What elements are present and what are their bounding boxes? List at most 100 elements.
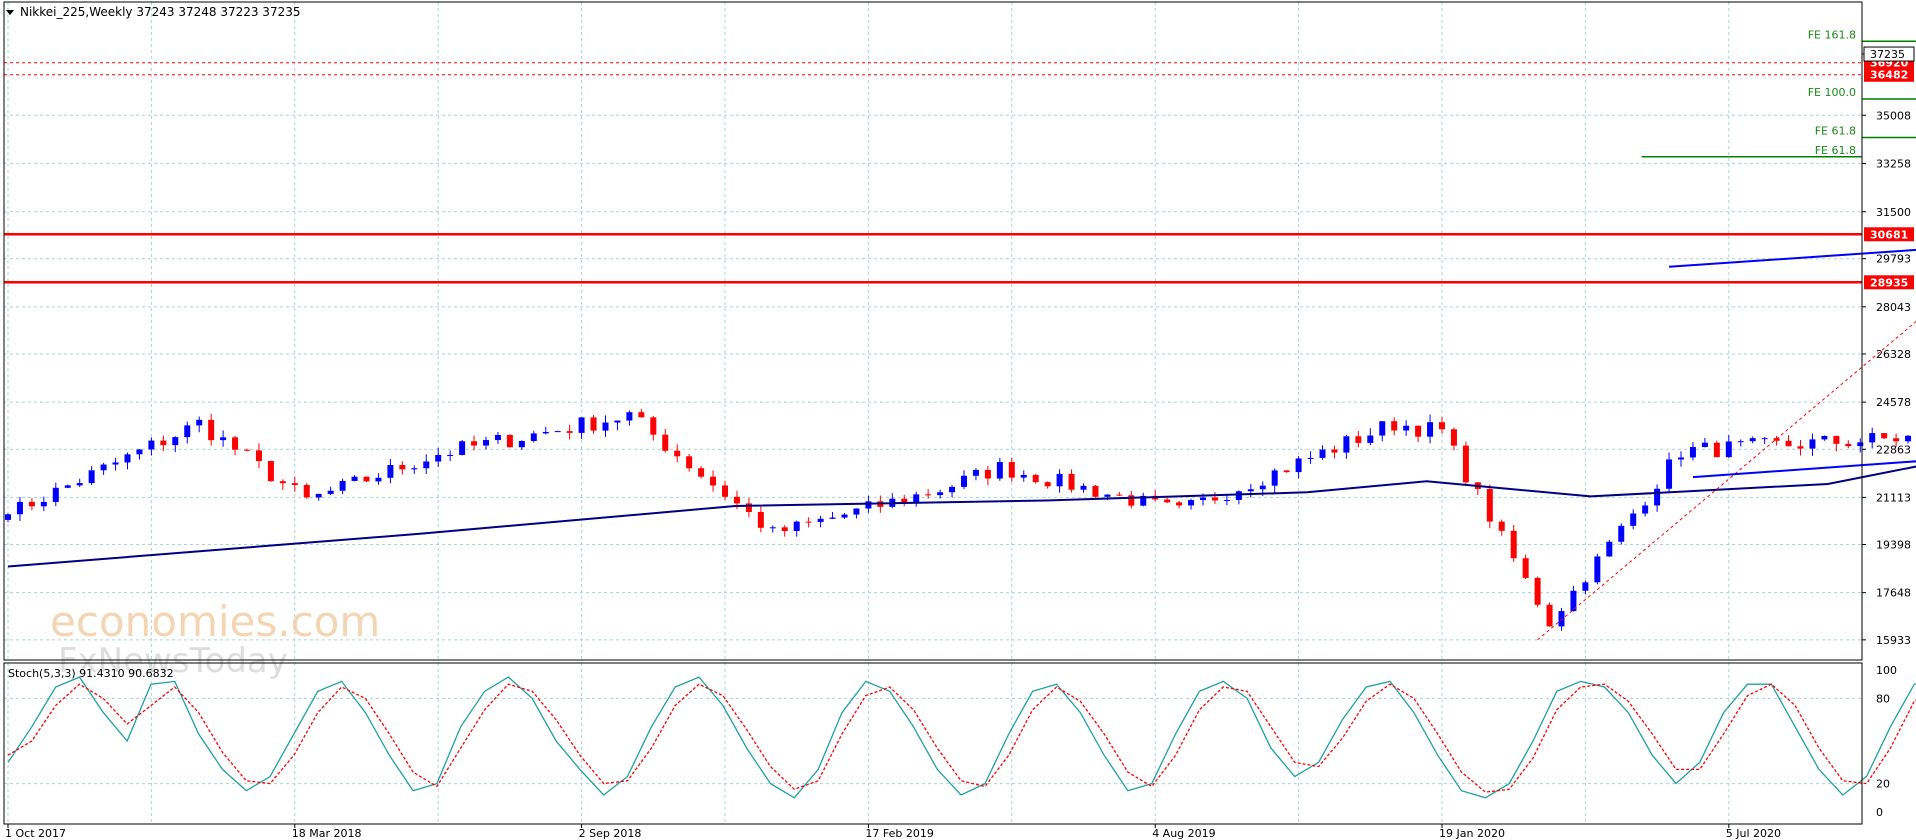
y-tick-label: 21113 [1876,491,1911,504]
candle-down [1008,462,1015,478]
candle-down [1415,425,1422,437]
candle-down [303,485,310,498]
candle-down [1510,530,1517,559]
candle-down [1881,433,1888,439]
y-tick-label: 33258 [1876,157,1911,170]
candle-up [339,480,346,491]
stoch-main-line [7,676,1916,799]
candle-up [1056,473,1063,487]
candle-up [1271,470,1278,486]
candle-down [805,521,812,523]
candle-up [1188,500,1195,506]
candle-up [76,483,83,486]
candle-up [1642,505,1649,514]
candle-up [220,437,227,441]
candle-down [1522,558,1529,578]
candle-down [1283,470,1290,473]
y-tick-label: 26328 [1876,348,1911,361]
candle-down [1391,421,1398,431]
candle-up [937,492,944,496]
candle-up [1821,435,1828,440]
candle-up [1247,489,1254,492]
candle-up [1725,441,1732,458]
candle-down [781,527,788,532]
candle-down [267,461,274,482]
candle-up [1678,457,1684,460]
candle-down [1092,485,1099,497]
candle-up [626,412,633,421]
candle-down [745,503,752,512]
candle-up [996,462,1003,479]
candle-down [1486,488,1493,522]
candle-up [1701,442,1708,448]
x-tick-label: 17 Feb 2019 [865,827,933,840]
candle-up [1295,458,1302,473]
candle-up [578,417,585,433]
x-tick-label: 19 Jan 2020 [1439,827,1505,840]
candle-up [1737,441,1744,443]
candle-up [817,518,824,522]
candle-up [459,441,466,455]
candle-down [925,494,932,496]
stoch-y-tick-label: 100 [1876,664,1897,677]
candle-up [1367,435,1374,443]
y-tick-label: 31500 [1876,206,1911,219]
candle-up [1594,556,1601,583]
candle-down [686,456,693,469]
stochastic-panel: Stoch(5,3,3) 91.4310 90.6832 [7,667,1916,799]
symbol-ohlc-label: Nikkei_225,Weekly 37243 37248 37223 3723… [20,5,300,19]
candle-down [590,417,597,431]
candle-up [423,461,430,469]
candle-down [1355,436,1362,443]
candle-down [1546,604,1553,627]
y-tick-label: 15933 [1876,634,1911,647]
candle-up [52,487,59,502]
candle-up [483,440,489,446]
watermark-line-1: economies.com [50,597,380,646]
candle-up [148,440,155,450]
candle-down [984,469,991,479]
stoch-title: Stoch(5,3,3) 91.4310 90.6832 [8,667,174,680]
candle-down [710,476,717,486]
candle-up [530,433,537,441]
stoch-y-tick-label: 80 [1876,692,1890,705]
candle-up [100,464,107,471]
candle-up [841,514,848,518]
candle-up [1235,491,1242,500]
y-tick-label: 22863 [1876,443,1911,456]
y-tick-label: 24578 [1876,396,1911,409]
chart-header: Nikkei_225,Weekly 37243 37248 37223 3723… [6,5,300,19]
dropdown-triangle-icon[interactable] [6,10,14,15]
candle-up [1104,494,1111,497]
candle-down [1044,482,1051,487]
candle-up [1403,425,1410,431]
candle-down [1176,502,1183,506]
candle-up [375,477,382,482]
candle-up [327,490,334,494]
candle-up [865,501,872,509]
fib-level-label: FE 61.8 [1815,125,1856,138]
candle-down [698,468,705,477]
candle-down [638,412,645,418]
candle-up [1080,485,1087,490]
candle-up [40,501,47,507]
candle-up [913,494,920,503]
chart-canvas: economies.com FxNewsToday FE 161.8FE 100… [3,1,1916,840]
price-level-tag-label: 36482 [1870,69,1908,82]
stoch-y-tick-label: 0 [1876,806,1883,819]
candle-up [184,425,191,438]
y-tick-label: 28043 [1876,301,1911,314]
candle-up [136,449,143,455]
candle-up [1809,439,1816,449]
candle-down [28,501,35,507]
candle-down [1797,446,1804,449]
candle-up [1761,438,1768,440]
x-tick-label: 2 Sep 2018 [579,827,642,840]
y-tick-label: 17648 [1876,587,1911,600]
candle-up [435,455,442,462]
candle-down [1833,435,1840,444]
candle-down [1534,577,1541,605]
candle-up [5,514,11,520]
candle-down [757,511,764,528]
fib-level-label: FE 61.8 [1815,144,1856,157]
